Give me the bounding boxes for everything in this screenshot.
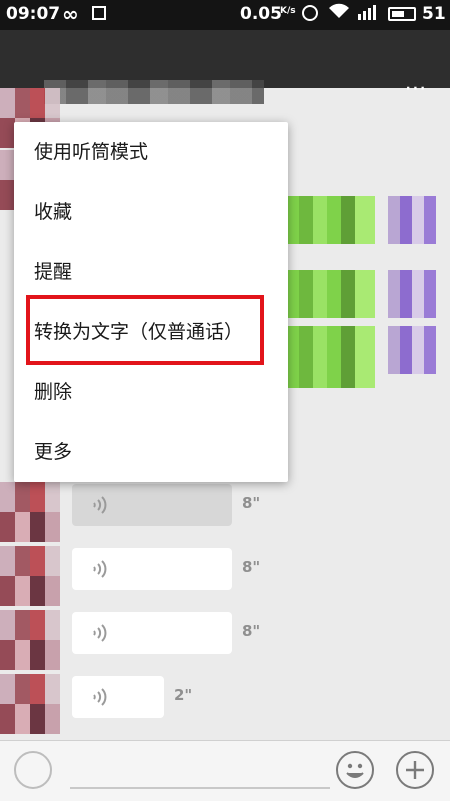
plus-icon (406, 761, 424, 779)
voice-message-bubble[interactable] (72, 548, 232, 590)
menu-item-remind[interactable]: 提醒 (14, 242, 288, 302)
outgoing-message-blurred[interactable] (285, 196, 375, 244)
network-speed-unit: K/s (280, 6, 296, 16)
voice-icon (90, 622, 110, 644)
signal-icon (356, 4, 380, 25)
menu-item-more[interactable]: 更多 (14, 422, 288, 482)
voice-toggle-button[interactable] (14, 751, 52, 789)
voice-duration: 2" (174, 686, 193, 704)
alarm-icon (302, 5, 318, 21)
voice-message-bubble[interactable] (72, 676, 164, 718)
voice-message-bubble[interactable] (72, 484, 232, 526)
avatar[interactable] (0, 674, 60, 734)
menu-item-earpiece-mode[interactable]: 使用听筒模式 (14, 122, 288, 182)
network-speed: 0.05 (240, 4, 282, 24)
avatar[interactable] (0, 482, 60, 542)
voice-icon (90, 558, 110, 580)
status-bar: 09:07 ∞ 0.05 K/s 51 (0, 0, 450, 30)
input-bar (0, 740, 450, 801)
voice-icon (90, 686, 110, 708)
avatar[interactable] (388, 196, 436, 244)
message-input[interactable] (70, 787, 330, 789)
avatar[interactable] (0, 546, 60, 606)
avatar[interactable] (388, 326, 436, 374)
highlight-box (26, 295, 264, 365)
wifi-icon (328, 2, 350, 24)
menu-item-delete[interactable]: 删除 (14, 362, 288, 422)
upload-icon (92, 6, 106, 20)
voice-duration: 8" (242, 622, 261, 640)
clock: 09:07 (6, 4, 61, 24)
voice-icon (90, 494, 110, 516)
infinity-icon: ∞ (62, 2, 79, 26)
voice-duration: 8" (242, 558, 261, 576)
chat-header: ⋯ (0, 30, 450, 104)
battery-icon (388, 7, 416, 21)
outgoing-message-blurred[interactable] (285, 326, 375, 388)
avatar[interactable] (0, 610, 60, 670)
emoji-icon (346, 763, 364, 778)
add-button[interactable] (396, 751, 434, 789)
outgoing-message-blurred[interactable] (285, 270, 375, 318)
voice-duration: 8" (242, 494, 261, 512)
emoji-button[interactable] (336, 751, 374, 789)
voice-message-bubble[interactable] (72, 612, 232, 654)
menu-item-favorite[interactable]: 收藏 (14, 182, 288, 242)
avatar[interactable] (388, 270, 436, 318)
battery-level: 51 (422, 4, 446, 24)
